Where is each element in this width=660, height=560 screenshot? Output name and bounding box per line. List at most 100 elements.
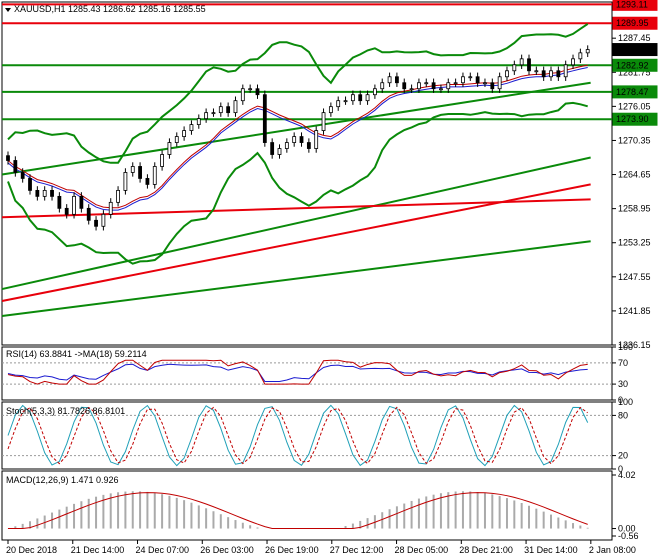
candle-body (328, 106, 333, 114)
chart-window: 1287.45 1281.75 1276.05 1270.35 1264.65 1258.… (0, 0, 660, 560)
candle-body (86, 207, 91, 221)
candle-body (226, 106, 231, 114)
rsi-tick-label: 70 (618, 358, 628, 368)
candle-body (519, 58, 524, 66)
price-tick-label: 1270.35 (618, 135, 651, 145)
price-tag-label: 1289.95 (616, 18, 649, 28)
candle-body (527, 58, 531, 72)
candle-body (541, 70, 546, 78)
candle-body (372, 88, 377, 96)
time-tick-label: 28 Dec 05:00 (395, 545, 449, 555)
candle-body (262, 94, 267, 143)
candle-body (461, 76, 465, 84)
candle-body (42, 189, 47, 197)
candle-body (306, 142, 311, 149)
candle-body (233, 100, 238, 114)
candle-body (343, 100, 348, 103)
price-tag-label: 1278.47 (616, 87, 649, 97)
candle-body (585, 49, 590, 54)
rsi-tick-label: 100 (618, 342, 633, 352)
candle-body (108, 201, 113, 215)
candle-body (321, 112, 326, 131)
candle-body (468, 76, 473, 79)
candle-body (314, 130, 319, 149)
trading-chart-svg[interactable]: 1287.451281.751276.051270.351264.651258.… (0, 0, 660, 560)
candle-body (424, 82, 429, 85)
time-tick-label: 24 Dec 07:00 (136, 545, 190, 555)
time-tick-label: 21 Dec 14:00 (71, 545, 125, 555)
price-tick-label: 1264.65 (618, 170, 651, 180)
candle-body (160, 154, 164, 167)
candle-body (152, 166, 157, 185)
candle-body (145, 178, 150, 185)
candle-body (255, 88, 260, 96)
candle-body (174, 136, 179, 143)
candle-body (292, 136, 297, 143)
candle-body (358, 94, 363, 102)
candle-body (380, 82, 385, 90)
candle-body (204, 112, 209, 120)
price-tick-label: 1247.55 (618, 272, 651, 282)
candle-body (556, 70, 561, 78)
macd-tick-label: 4.02 (618, 470, 636, 480)
candle-body (35, 189, 40, 197)
time-tick-label: 31 Dec 14:00 (524, 545, 578, 555)
candle-body (497, 76, 502, 90)
candle-body (365, 94, 370, 102)
price-tick-label: 1241.85 (618, 306, 651, 316)
candle-body (453, 82, 458, 85)
time-tick-label: 2 Jan 08:00 (589, 545, 636, 555)
candle-body (387, 76, 392, 84)
stoch-tick-label: 20 (618, 451, 628, 461)
stoch-label: Stoch(5,3,3) 81.7826 86.8101 (6, 406, 125, 416)
time-tick-label: 26 Dec 03:00 (200, 545, 254, 555)
candle-body (167, 142, 172, 155)
macd-tick-label: -0.56 (618, 531, 639, 541)
candle-body (13, 160, 18, 173)
macd-label: MACD(12,26,9) 1.471 0.926 (6, 475, 119, 485)
chart-header: XAUUSD,H1 1285.43 1286.62 1285.16 1285.5… (14, 4, 206, 14)
price-tag-label: 1293.11 (616, 0, 648, 9)
price-tag-label: 1282.92 (616, 60, 649, 70)
price-tick-label: 1276.05 (618, 101, 651, 111)
candle-body (395, 76, 399, 84)
rsi-label: RSI(14) 63.8841 ->MA(18) 59.2114 (6, 349, 147, 359)
price-tag-label: 1285.55 (616, 45, 649, 55)
candle-body (439, 88, 443, 91)
stoch-tick-label: 100 (618, 397, 633, 407)
candle-body (130, 166, 135, 173)
candle-body (284, 142, 289, 149)
candle-body (431, 82, 436, 90)
price-tick-label: 1287.45 (618, 33, 651, 43)
candle-body (123, 172, 128, 191)
candle-body (512, 64, 517, 72)
candle-body (182, 130, 187, 137)
rsi-tick-label: 30 (618, 379, 628, 389)
candle-body (475, 76, 480, 84)
time-tick-label: 28 Dec 21:00 (459, 545, 513, 555)
candle-body (218, 106, 223, 114)
price-tick-label: 1253.25 (618, 238, 651, 248)
candle-body (270, 142, 275, 155)
candle-body (534, 70, 539, 73)
price-tick-label: 1258.95 (618, 204, 651, 214)
candle-body (189, 124, 194, 131)
candle-body (336, 100, 341, 108)
candle-body (248, 88, 253, 91)
candle-body (240, 88, 245, 102)
stoch-tick-label: 80 (618, 410, 628, 420)
candle-body (64, 207, 69, 215)
candle-body (79, 195, 84, 209)
candle-body (6, 155, 10, 161)
candle-body (446, 82, 451, 90)
candle-body (101, 213, 106, 227)
candle-body (505, 70, 509, 78)
candle-body (578, 52, 583, 60)
candle-body (196, 118, 201, 126)
candle-body (417, 82, 421, 90)
time-tick-label: 26 Dec 19:00 (265, 545, 319, 555)
candle-body (28, 178, 32, 191)
candle-body (490, 82, 495, 90)
candle-body (277, 148, 282, 155)
candle-body (549, 70, 553, 78)
